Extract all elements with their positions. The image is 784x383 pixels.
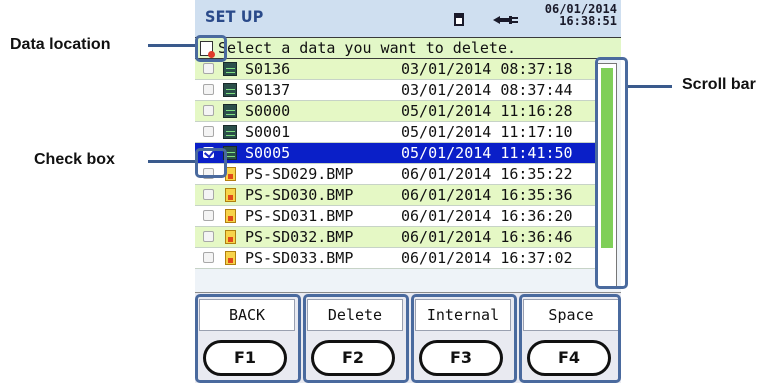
check-box-callout: Check box [34, 151, 115, 168]
file-name: S0005 [245, 144, 291, 162]
prompt-text: Select a data you want to delete. [218, 39, 517, 57]
f4-frame [519, 294, 621, 383]
scroll-bar-callout: Scroll bar [682, 76, 756, 93]
bmp-file-icon [225, 230, 236, 244]
screen-title: SET UP [205, 7, 264, 26]
file-row[interactable]: S0136 03/01/2014 08:37:18 [195, 59, 595, 80]
f3-frame [411, 294, 517, 383]
data-location-leader [148, 44, 195, 47]
bmp-file-icon [225, 251, 236, 265]
file-name: PS-SD031.BMP [245, 207, 354, 225]
file-row[interactable]: PS-SD029.BMP 06/01/2014 16:35:22 [195, 164, 595, 185]
file-datetime: 06/01/2014 16:36:20 [401, 207, 573, 225]
waveform-file-icon [223, 104, 237, 118]
clock: 06/01/2014 16:38:51 [545, 3, 617, 27]
file-name: PS-SD029.BMP [245, 165, 354, 183]
bmp-file-icon [225, 209, 236, 223]
check-box[interactable] [203, 210, 214, 221]
file-datetime: 05/01/2014 11:41:50 [401, 144, 573, 162]
file-datetime: 06/01/2014 16:37:02 [401, 249, 573, 267]
data-location-frame [195, 35, 227, 62]
check-box[interactable] [203, 63, 214, 74]
waveform-file-icon [223, 62, 237, 76]
power-plug-icon [493, 16, 518, 24]
file-datetime: 06/01/2014 16:36:46 [401, 228, 573, 246]
check-box[interactable] [203, 231, 214, 242]
check-box[interactable] [203, 252, 214, 263]
file-row[interactable]: PS-SD031.BMP 06/01/2014 16:36:20 [195, 206, 595, 227]
file-datetime: 06/01/2014 16:35:22 [401, 165, 573, 183]
scroll-bar-leader [628, 85, 672, 88]
file-datetime: 06/01/2014 16:35:36 [401, 186, 573, 204]
f1-frame [195, 294, 301, 383]
header-bar: SET UP 06/01/2014 16:38:51 [195, 0, 621, 37]
check-box[interactable] [203, 189, 214, 200]
sd-card-icon [454, 13, 464, 26]
file-datetime: 05/01/2014 11:16:28 [401, 102, 573, 120]
check-box[interactable] [203, 126, 214, 137]
check-box[interactable] [203, 105, 214, 116]
file-name: S0001 [245, 123, 291, 141]
file-row[interactable]: PS-SD033.BMP 06/01/2014 16:37:02 [195, 248, 595, 269]
check-box-leader [148, 160, 195, 163]
file-name: S0136 [245, 60, 291, 78]
waveform-file-icon [223, 125, 237, 139]
file-name: PS-SD030.BMP [245, 186, 354, 204]
file-name: S0000 [245, 102, 291, 120]
prompt-bar: Select a data you want to delete. [195, 37, 621, 59]
bmp-file-icon [225, 188, 236, 202]
data-location-callout: Data location [10, 36, 111, 53]
file-list: S0136 03/01/2014 08:37:18 S0137 03/01/2014 … [195, 59, 595, 292]
time-text: 16:38:51 [559, 14, 617, 28]
file-datetime: 03/01/2014 08:37:44 [401, 81, 573, 99]
file-name: PS-SD033.BMP [245, 249, 354, 267]
check-box[interactable] [203, 84, 214, 95]
file-row[interactable]: S0001 05/01/2014 11:17:10 [195, 122, 595, 143]
file-row[interactable]: S0000 05/01/2014 11:16:28 [195, 101, 595, 122]
file-row[interactable]: PS-SD030.BMP 06/01/2014 16:35:36 [195, 185, 595, 206]
file-name: S0137 [245, 81, 291, 99]
file-row[interactable]: PS-SD032.BMP 06/01/2014 16:36:46 [195, 227, 595, 248]
file-datetime: 03/01/2014 08:37:18 [401, 60, 573, 78]
check-box-frame [195, 148, 227, 178]
file-row[interactable]: S0137 03/01/2014 08:37:44 [195, 80, 595, 101]
file-name: PS-SD032.BMP [245, 228, 354, 246]
waveform-file-icon [223, 83, 237, 97]
file-datetime: 05/01/2014 11:17:10 [401, 123, 573, 141]
scroll-bar-frame [595, 57, 628, 289]
f2-frame [303, 294, 409, 383]
file-row[interactable]: S0005 05/01/2014 11:41:50 [195, 143, 595, 164]
